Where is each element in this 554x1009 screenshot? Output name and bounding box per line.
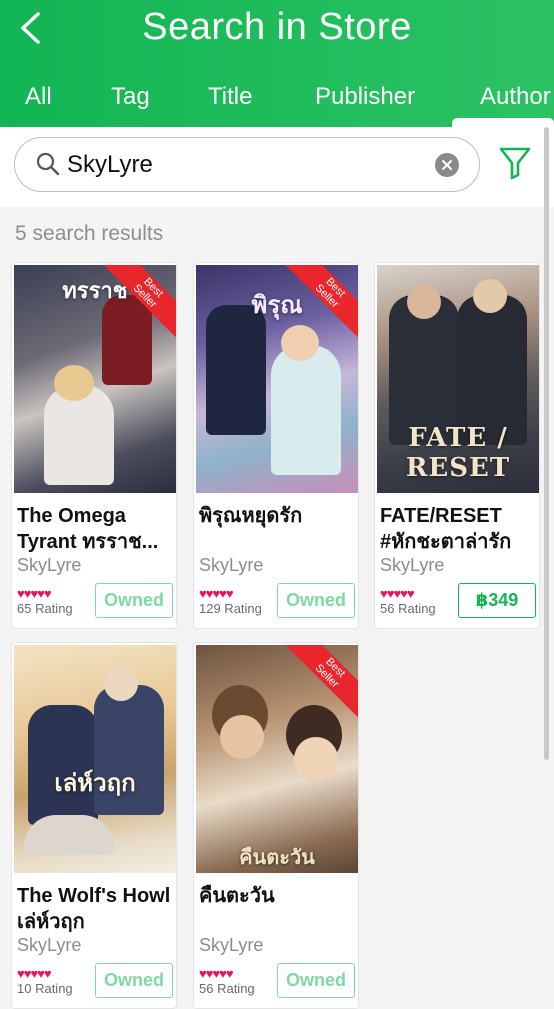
book-title: The Omega Tyrant ทรราช... bbox=[17, 505, 159, 553]
owned-button[interactable]: Owned bbox=[277, 583, 355, 618]
tab-publisher[interactable]: Publisher bbox=[315, 83, 415, 111]
cover-title: คืนตะวัน bbox=[239, 845, 315, 869]
rating-hearts-icon: ♥♥♥♥♥ bbox=[380, 586, 415, 601]
owned-button[interactable]: Owned bbox=[277, 963, 355, 998]
rating-hearts-icon: ♥♥♥♥♥ bbox=[17, 586, 52, 601]
book-card[interactable]: FATE / RESET FATE/RESET #หักชะตาล่ารัก S… bbox=[374, 262, 540, 629]
rating-count: 129 Rating bbox=[199, 601, 262, 616]
owned-button[interactable]: Owned bbox=[95, 583, 173, 618]
book-cover: พิรุณ Best Seller bbox=[196, 265, 358, 493]
rating-hearts-icon: ♥♥♥♥♥ bbox=[199, 966, 234, 981]
book-card[interactable]: ทรราช Best Seller The Omega Tyrant ทรราช.… bbox=[11, 262, 177, 629]
rating-count: 56 Rating bbox=[380, 601, 436, 616]
book-author: SkyLyre bbox=[17, 555, 82, 575]
book-cover: เล่ห์วฤก bbox=[14, 645, 176, 873]
search-input-value: SkyLyre bbox=[67, 151, 153, 178]
tab-title[interactable]: Title bbox=[208, 83, 252, 111]
page-title: Search in Store bbox=[142, 6, 412, 48]
active-tab-indicator bbox=[452, 118, 554, 127]
book-card[interactable]: เล่ห์วฤก The Wolf's Howl เล่ห์วฤก SkyLyr… bbox=[11, 642, 177, 1009]
tab-author[interactable]: Author bbox=[480, 83, 551, 111]
book-title: FATE/RESET #หักชะตาล่ารัก bbox=[380, 505, 512, 553]
book-card[interactable]: พิรุณ Best Seller พิรุณหยุดรัก SkyLyre ♥♥… bbox=[193, 262, 359, 629]
scrollbar[interactable] bbox=[544, 127, 549, 760]
tab-all[interactable]: All bbox=[25, 83, 52, 111]
book-card[interactable]: คืนตะวัน Best Seller คืนตะวัน SkyLyre ♥♥♥… bbox=[193, 642, 359, 1009]
rating-hearts-icon: ♥♥♥♥♥ bbox=[17, 966, 52, 981]
book-author: SkyLyre bbox=[199, 555, 264, 575]
tab-tag[interactable]: Tag bbox=[111, 83, 150, 111]
book-cover: FATE / RESET bbox=[377, 265, 539, 493]
search-icon bbox=[36, 152, 60, 176]
cover-title: FATE / RESET bbox=[405, 423, 511, 483]
book-title: The Wolf's Howl เล่ห์วฤก bbox=[17, 885, 171, 933]
filter-icon[interactable] bbox=[498, 145, 532, 181]
book-cover: คืนตะวัน Best Seller bbox=[196, 645, 358, 873]
rating-count: 56 Rating bbox=[199, 981, 255, 996]
search-input[interactable]: SkyLyre bbox=[14, 137, 480, 192]
rating-count: 10 Rating bbox=[17, 981, 73, 996]
rating-count: 65 Rating bbox=[17, 601, 73, 616]
app-header: Search in Store All Tag Title Publisher … bbox=[0, 0, 554, 127]
book-author: SkyLyre bbox=[380, 555, 445, 575]
book-author: SkyLyre bbox=[199, 935, 264, 955]
owned-button[interactable]: Owned bbox=[95, 963, 173, 998]
book-cover: ทรราช Best Seller bbox=[14, 265, 176, 493]
book-title: พิรุณหยุดรัก bbox=[199, 505, 303, 527]
rating-hearts-icon: ♥♥♥♥♥ bbox=[199, 586, 234, 601]
clear-icon[interactable] bbox=[435, 153, 459, 177]
book-title: คืนตะวัน bbox=[199, 885, 275, 907]
buy-button[interactable]: ฿349 bbox=[458, 583, 536, 618]
book-author: SkyLyre bbox=[17, 935, 82, 955]
results-count: 5 search results bbox=[15, 222, 164, 245]
search-bar-row: SkyLyre bbox=[0, 127, 554, 207]
cover-title: เล่ห์วฤก bbox=[54, 768, 136, 797]
